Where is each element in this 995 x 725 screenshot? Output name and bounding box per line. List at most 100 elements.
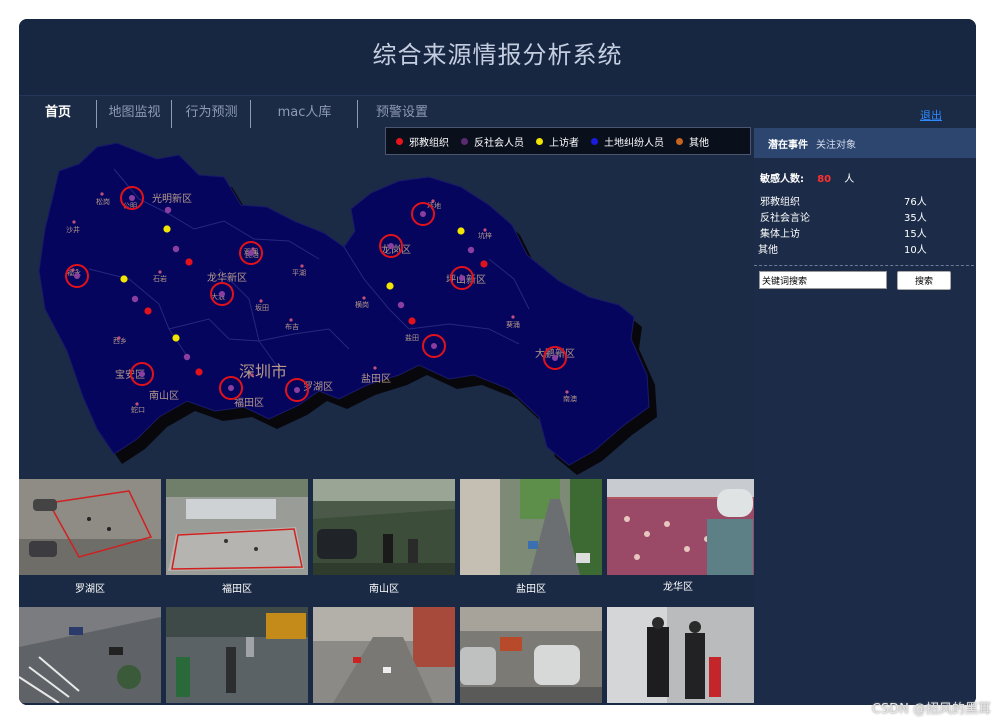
cult-dot	[195, 368, 203, 376]
cult-dot	[480, 260, 488, 268]
camera-image	[460, 607, 602, 703]
location-dot	[117, 336, 121, 340]
tab-map-monitor[interactable]: 地图监视	[97, 99, 172, 128]
marker-dot	[397, 301, 405, 309]
camera-feed[interactable]	[19, 607, 161, 703]
place-label: 横岗	[355, 300, 369, 309]
location-dot	[373, 366, 377, 370]
camera-feed[interactable]	[607, 607, 754, 703]
search-bar: 搜索	[754, 271, 976, 295]
place-label: 坂田	[255, 303, 269, 312]
petitioner-dot	[120, 275, 128, 283]
camera-image	[19, 479, 161, 575]
marker-dot	[228, 385, 234, 391]
legend-item[interactable]: 上访者	[532, 134, 579, 149]
legend-color-swatch	[591, 137, 598, 145]
tab-behavior-prediction[interactable]: 行为预测	[172, 99, 251, 128]
place-label: 盐田	[405, 333, 419, 342]
district-label: 盐田区	[361, 372, 391, 385]
place-label: 坑梓	[478, 231, 492, 240]
location-dot	[362, 296, 366, 300]
legend-label: 邪教组织	[409, 137, 449, 149]
petitioner-dot	[386, 282, 394, 290]
sensitive-label: 敏感人数:	[760, 174, 804, 185]
location-dot	[431, 199, 435, 203]
stat-row: 反社会言论 35人	[758, 209, 976, 225]
search-button[interactable]: 搜索	[897, 271, 951, 290]
stat-name: 反社会言论	[760, 213, 810, 224]
panel-tabs: 潜在事件 关注对象	[754, 128, 976, 158]
district-label: 光明新区	[152, 192, 192, 205]
camera-feed[interactable]	[460, 607, 602, 703]
marker-dot	[172, 245, 180, 253]
marker-dot	[294, 387, 300, 393]
stat-value: 10人	[904, 245, 927, 256]
location-dot	[158, 270, 162, 274]
stat-row: 集体上访 15人	[758, 225, 976, 241]
camera-feed[interactable]	[166, 479, 308, 575]
place-label: 平湖	[292, 268, 306, 277]
tab-mac-library[interactable]: mac人库	[251, 99, 358, 128]
marker-dot	[164, 206, 172, 214]
camera-label: 罗湖区	[75, 584, 105, 595]
stat-row: 其他 10人	[758, 241, 976, 257]
tab-potential-events[interactable]: 潜在事件	[754, 136, 816, 151]
cult-dot	[144, 307, 152, 315]
shenzhen-map: 光明新区 龙华新区 龙岗区 坪山新区 大鹏新区 宝安区 南山区 福田区 罗湖区 …	[19, 127, 754, 479]
location-dot	[511, 315, 515, 319]
location-dot	[289, 318, 293, 322]
legend-label: 土地纠纷人员	[604, 137, 664, 149]
tab-watch-targets[interactable]: 关注对象	[816, 136, 864, 151]
district-label: 福田区	[234, 396, 264, 409]
legend-color-swatch	[461, 137, 468, 145]
camera-feed[interactable]	[607, 479, 754, 575]
location-dot	[565, 390, 569, 394]
marker-dot	[139, 371, 145, 377]
watermark: CSDN @招风的黑耳	[871, 702, 991, 717]
app-window: 综合来源情报分析系统 首页 地图监视 行为预测 mac人库 预警设置 退出 光明…	[19, 19, 976, 705]
stat-name: 邪教组织	[760, 197, 800, 208]
marker-dot	[219, 291, 225, 297]
location-dot	[135, 402, 139, 406]
stat-value: 76人	[904, 197, 927, 208]
marker-dot	[552, 355, 558, 361]
district-label: 龙岗区	[381, 243, 411, 256]
camera-image	[607, 607, 754, 703]
marker-dot	[74, 273, 80, 279]
keyword-search-input[interactable]	[759, 271, 887, 289]
marker-dot	[183, 353, 191, 361]
panel-divider	[754, 265, 974, 266]
camera-feed[interactable]	[19, 479, 161, 575]
cult-dot	[408, 317, 416, 325]
stats-list: 邪教组织 76人 反社会言论 35人 集体上访 15人 其他 10人	[758, 193, 976, 257]
sensitive-count: 敏感人数: 80 人	[760, 170, 976, 185]
legend-item[interactable]: 反社会人员	[457, 134, 524, 149]
legend-item[interactable]: 土地纠纷人员	[587, 134, 664, 149]
legend-item[interactable]: 邪教组织	[392, 134, 449, 149]
legend-item[interactable]: 其他	[672, 134, 709, 149]
legend-label: 其他	[689, 137, 709, 149]
legend-color-swatch	[536, 137, 543, 145]
tab-mac-library-label: mac人库	[277, 105, 332, 120]
marker-dot	[131, 295, 139, 303]
logout-link[interactable]: 退出	[920, 107, 942, 123]
marker-dot	[459, 275, 465, 281]
stat-value: 15人	[904, 229, 927, 240]
legend-label: 上访者	[549, 137, 579, 149]
camera-feed[interactable]	[313, 479, 455, 575]
stat-name: 其他	[758, 245, 778, 256]
place-label: 蛇口	[131, 405, 145, 414]
tab-alert-settings[interactable]: 预警设置	[358, 99, 446, 127]
location-dot	[483, 228, 487, 232]
place-label: 南澳	[563, 394, 577, 403]
tab-home[interactable]: 首页	[19, 99, 97, 128]
camera-feed[interactable]	[166, 607, 308, 703]
camera-feed[interactable]	[460, 479, 602, 575]
camera-image	[313, 479, 455, 575]
sensitive-number: 80	[817, 174, 832, 185]
stat-row: 邪教组织 76人	[758, 193, 976, 209]
camera-feed[interactable]	[313, 607, 455, 703]
camera-image	[166, 479, 308, 575]
camera-image	[607, 479, 754, 575]
map-landmass	[38, 142, 650, 466]
